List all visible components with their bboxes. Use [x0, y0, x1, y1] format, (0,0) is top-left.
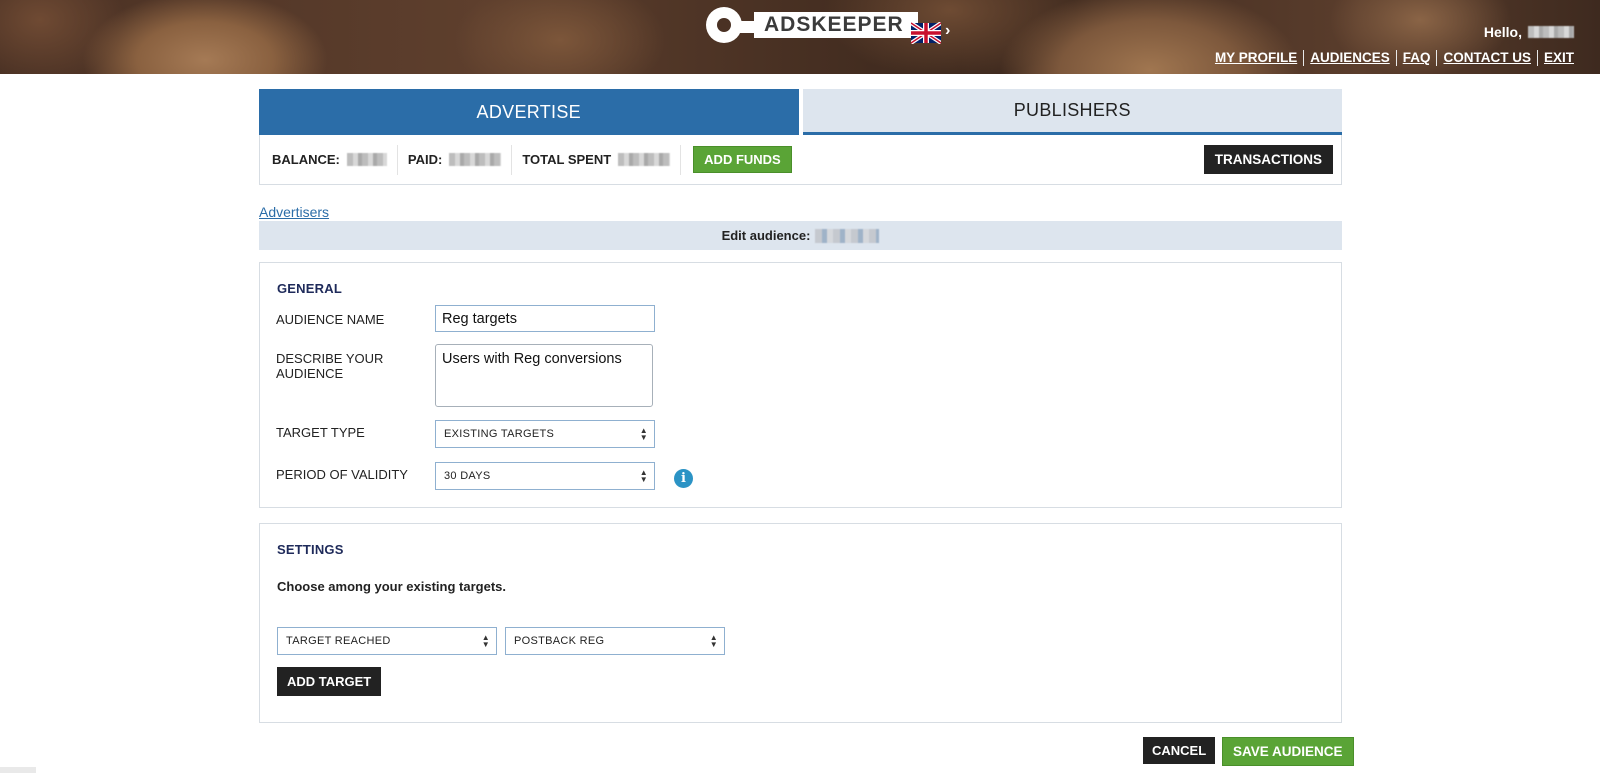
redacted-username: [1528, 26, 1574, 38]
redacted-paid: [449, 153, 502, 166]
cancel-button[interactable]: CANCEL: [1143, 737, 1216, 764]
exit-link[interactable]: EXIT: [1536, 50, 1574, 66]
section-tabs: ADVERTISE PUBLISHERS: [259, 89, 1342, 135]
balance-item: BALANCE:: [272, 144, 398, 175]
key-icon: [706, 5, 756, 45]
uk-flag-icon[interactable]: [911, 22, 941, 44]
redacted-total-spent: [618, 153, 671, 166]
my-profile-link[interactable]: MY PROFILE: [1209, 50, 1303, 66]
greeting-text: Hello,: [1483, 24, 1522, 40]
top-navigation: MY PROFILE AUDIENCES FAQ CONTACT US EXIT: [1209, 50, 1574, 66]
redacted-audience-id: [815, 228, 880, 243]
top-banner: ADSKEEPER › Hello, MY PROFILE AUDIENCES …: [0, 0, 1600, 74]
horizontal-scrollbar[interactable]: [0, 767, 36, 773]
period-of-validity-select[interactable]: 30 DAYS ▲ ▼: [435, 462, 655, 490]
select-arrows-icon: ▲ ▼: [709, 633, 718, 649]
edit-audience-title: Edit audience:: [721, 228, 811, 243]
target-type-label: TARGET TYPE: [276, 425, 365, 440]
audience-name-label: AUDIENCE NAME: [276, 312, 385, 327]
select-arrows-icon: ▲ ▼: [481, 633, 490, 649]
tab-advertise[interactable]: ADVERTISE: [259, 89, 799, 135]
add-funds-button[interactable]: ADD FUNDS: [693, 146, 792, 173]
logo-text: ADSKEEPER: [754, 12, 918, 38]
tab-publishers[interactable]: PUBLISHERS: [802, 89, 1342, 135]
audiences-link[interactable]: AUDIENCES: [1303, 50, 1396, 66]
target-select[interactable]: POSTBACK REG ▲ ▼: [505, 627, 725, 655]
paid-item: PAID:: [407, 144, 513, 175]
general-section: GENERAL AUDIENCE NAME DESCRIBE YOUR AUDI…: [259, 262, 1342, 508]
target-condition-value: TARGET REACHED: [286, 635, 391, 647]
faq-link[interactable]: FAQ: [1395, 50, 1437, 66]
contact-us-link[interactable]: CONTACT US: [1436, 50, 1537, 66]
describe-audience-label-line2: AUDIENCE: [276, 366, 344, 381]
account-panel: ADVERTISE PUBLISHERS BALANCE: PAID: TOTA…: [259, 89, 1342, 185]
describe-audience-label-line1: DESCRIBE YOUR: [276, 351, 384, 366]
settings-section: SETTINGS Choose among your existing targ…: [259, 523, 1342, 723]
transactions-button[interactable]: TRANSACTIONS: [1203, 145, 1333, 174]
settings-instruction: Choose among your existing targets.: [277, 579, 506, 594]
total-spent-item: TOTAL SPENT: [522, 144, 682, 175]
select-arrows-icon: ▲ ▼: [639, 426, 648, 442]
user-greeting: Hello,: [1484, 24, 1574, 40]
total-spent-label: TOTAL SPENT: [522, 152, 612, 167]
add-target-button[interactable]: ADD TARGET: [277, 667, 382, 696]
target-type-value: EXISTING TARGETS: [444, 428, 555, 440]
balance-bar: BALANCE: PAID: TOTAL SPENT ADD FUNDS TRA…: [259, 135, 1342, 185]
settings-heading: SETTINGS: [277, 542, 344, 557]
info-icon[interactable]: i: [674, 469, 693, 488]
balance-label: BALANCE:: [272, 152, 340, 167]
advertisers-breadcrumb-link[interactable]: Advertisers: [259, 204, 329, 220]
paid-label: PAID:: [407, 152, 443, 167]
select-arrows-icon: ▲ ▼: [639, 468, 648, 484]
save-audience-button[interactable]: SAVE AUDIENCE: [1222, 737, 1354, 766]
target-value: POSTBACK REG: [514, 635, 605, 647]
edit-audience-title-bar: Edit audience:: [259, 221, 1342, 250]
chevron-right-icon[interactable]: ›: [945, 22, 950, 40]
target-type-select[interactable]: EXISTING TARGETS ▲ ▼: [435, 420, 655, 448]
describe-audience-textarea[interactable]: Users with Reg conversions: [435, 344, 653, 407]
general-heading: GENERAL: [277, 281, 342, 296]
period-of-validity-value: 30 DAYS: [444, 470, 491, 482]
audience-name-input[interactable]: [435, 305, 655, 332]
redacted-balance: [346, 153, 387, 166]
adskeeper-logo[interactable]: ADSKEEPER: [706, 4, 918, 46]
target-condition-select[interactable]: TARGET REACHED ▲ ▼: [277, 627, 497, 655]
period-of-validity-label: PERIOD OF VALIDITY: [276, 467, 408, 482]
